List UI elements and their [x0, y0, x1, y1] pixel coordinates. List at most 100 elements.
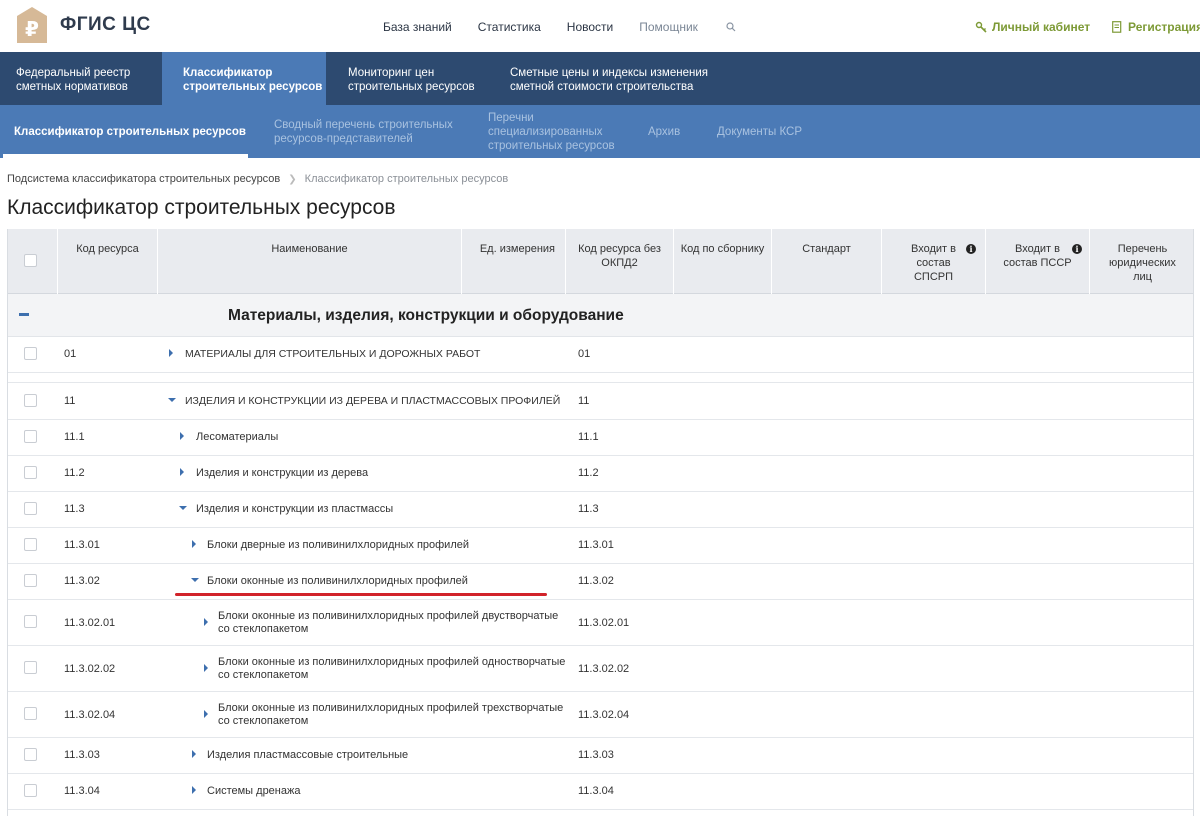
mainnav-estimate-prices[interactable]: Сметные цены и индексы изменения сметной…: [486, 52, 726, 105]
caret-right-icon[interactable]: [204, 664, 208, 672]
row-checkbox[interactable]: [24, 661, 37, 674]
header-select-cell: [8, 229, 58, 294]
caret-right-icon[interactable]: [192, 750, 196, 758]
header-in-spsrp-label: Входит в состав СПСРП: [911, 243, 956, 283]
header-code[interactable]: Код ресурса: [58, 229, 158, 294]
row-name[interactable]: МАТЕРИАЛЫ ДЛЯ СТРОИТЕЛЬНЫХ И ДОРОЖНЫХ РА…: [185, 348, 480, 361]
row-code-no-okpd: 11: [578, 395, 590, 407]
row-code-no-okpd: 11.3.04: [578, 785, 614, 797]
row-checkbox[interactable]: [24, 615, 37, 628]
table-row[interactable]: 11 ИЗДЕЛИЯ И КОНСТРУКЦИИ ИЗ ДЕРЕВА И ПЛА…: [8, 384, 1193, 420]
subnav-tab-archive[interactable]: Архив: [648, 125, 680, 139]
row-name[interactable]: Блоки оконные из поливинилхлоридных проф…: [218, 610, 558, 636]
row-checkbox[interactable]: [24, 502, 37, 515]
row-checkbox[interactable]: [24, 784, 37, 797]
svg-text:₽: ₽: [25, 17, 39, 41]
subnav-label-line3: строительных ресурсов: [488, 140, 615, 152]
caret-down-icon[interactable]: [179, 506, 187, 510]
header-unit[interactable]: Ед. измерения: [462, 229, 566, 294]
table-row[interactable]: 11.3.04 Системы дренажа 11.3.04: [8, 774, 1193, 810]
row-code-no-okpd: 11.2: [578, 467, 599, 479]
subnav-tab-summary-list[interactable]: Сводный перечень строительных ресурсов-п…: [274, 118, 453, 146]
row-checkbox[interactable]: [24, 748, 37, 761]
header-in-pssr[interactable]: Входит в состав ПССР i: [986, 229, 1090, 294]
table-row[interactable]: 11.3.01 Блоки дверные из поливинилхлорид…: [8, 528, 1193, 564]
row-checkbox[interactable]: [24, 347, 37, 360]
key-icon: [975, 21, 987, 33]
select-all-checkbox[interactable]: [24, 254, 37, 267]
header-standard[interactable]: Стандарт: [772, 229, 882, 294]
table-row[interactable]: 11.1 Лесоматериалы 11.1: [8, 420, 1193, 456]
info-icon[interactable]: i: [966, 244, 976, 254]
row-checkbox[interactable]: [24, 538, 37, 551]
header-code-collection[interactable]: Код по сборнику: [674, 229, 772, 294]
caret-down-icon[interactable]: [191, 578, 199, 582]
breadcrumb-item-subsystem[interactable]: Подсистема классификатора строительных р…: [7, 173, 280, 185]
row-code-no-okpd: 11.3.03: [578, 749, 614, 761]
topnav-knowledge-base[interactable]: База знаний: [383, 20, 452, 34]
caret-right-icon[interactable]: [180, 432, 184, 440]
row-checkbox[interactable]: [24, 707, 37, 720]
row-name[interactable]: Блоки оконные из поливинилхлоридных проф…: [218, 702, 563, 728]
mainnav-label-line2: строительных ресурсов: [348, 81, 475, 93]
row-checkbox[interactable]: [24, 430, 37, 443]
topnav-assistant[interactable]: Помощник: [639, 20, 698, 34]
account-link[interactable]: Личный кабинет: [975, 20, 1090, 34]
row-name[interactable]: ИЗДЕЛИЯ И КОНСТРУКЦИИ ИЗ ДЕРЕВА И ПЛАСТМ…: [185, 395, 560, 408]
caret-right-icon[interactable]: [204, 710, 208, 718]
collapse-group-icon[interactable]: [19, 313, 29, 316]
row-code: 11.1: [64, 431, 85, 443]
active-tab-indicator: [3, 154, 248, 158]
logo-icon[interactable]: ₽: [16, 6, 48, 44]
header-name[interactable]: Наименование: [158, 229, 462, 294]
row-name[interactable]: Блоки оконные из поливинилхлоридных проф…: [207, 575, 468, 588]
chevron-right-icon: ❯: [288, 173, 297, 185]
row-name[interactable]: Блоки оконные из поливинилхлоридных проф…: [218, 656, 565, 682]
caret-right-icon[interactable]: [180, 468, 184, 476]
table-row[interactable]: 11.3.02.02 Блоки оконные из поливинилхло…: [8, 646, 1193, 692]
header-legal-entities[interactable]: Перечень юридических лиц: [1090, 229, 1193, 294]
table-row[interactable]: 11.2 Изделия и конструкции из дерева 11.…: [8, 456, 1193, 492]
table-header: Код ресурса Наименование Ед. измерения К…: [8, 229, 1193, 294]
row-name[interactable]: Изделия и конструкции из пластмассы: [196, 503, 393, 516]
row-checkbox[interactable]: [24, 466, 37, 479]
caret-right-icon[interactable]: [169, 349, 173, 357]
register-link[interactable]: Регистрация: [1112, 20, 1200, 34]
header-in-spsrp[interactable]: Входит в состав СПСРП i: [882, 229, 986, 294]
header-code-no-okpd[interactable]: Код ресурса без ОКПД2: [566, 229, 674, 294]
table-row[interactable]: 11.3.03 Изделия пластмассовые строительн…: [8, 738, 1193, 774]
row-checkbox[interactable]: [24, 574, 37, 587]
caret-right-icon[interactable]: [192, 540, 196, 548]
topnav-statistics[interactable]: Статистика: [478, 20, 541, 34]
mainnav-price-monitoring[interactable]: Мониторинг цен строительных ресурсов: [326, 52, 486, 105]
info-icon[interactable]: i: [1072, 244, 1082, 254]
topnav-news[interactable]: Новости: [567, 20, 613, 34]
table-row[interactable]: 11.3.02.04 Блоки оконные из поливинилхло…: [8, 692, 1193, 738]
mainnav-classifier[interactable]: Классификатор строительных ресурсов: [162, 52, 326, 105]
row-code: 11.3.02.02: [64, 663, 116, 675]
caret-right-icon[interactable]: [204, 618, 208, 626]
table-row[interactable]: 11.3 Изделия и конструкции из пластмассы…: [8, 492, 1193, 528]
row-name[interactable]: Блоки дверные из поливинилхлоридных проф…: [207, 539, 469, 552]
mainnav-federal-registry[interactable]: Федеральный реестр сметных нормативов: [0, 52, 162, 105]
row-name[interactable]: Системы дренажа: [207, 785, 300, 798]
row-name[interactable]: Лесоматериалы: [196, 431, 278, 444]
row-code: 11.3.01: [64, 539, 100, 551]
table-row[interactable]: 11.3.02.01 Блоки оконные из поливинилхло…: [8, 600, 1193, 646]
caret-down-icon[interactable]: [168, 398, 176, 402]
subnav-tab-classifier[interactable]: Классификатор строительных ресурсов: [14, 125, 246, 139]
subnav-tab-ksr-documents[interactable]: Документы КСР: [717, 125, 802, 139]
caret-right-icon[interactable]: [192, 786, 196, 794]
row-name[interactable]: Изделия и конструкции из дерева: [196, 467, 368, 480]
page-title: Классификатор строительных ресурсов: [7, 196, 396, 219]
subnav-label-line1: Сводный перечень строительных: [274, 119, 453, 131]
mainnav-label-line2: строительных ресурсов: [183, 81, 323, 93]
table-row[interactable]: 01 МАТЕРИАЛЫ ДЛЯ СТРОИТЕЛЬНЫХ И ДОРОЖНЫХ…: [8, 337, 1193, 373]
search-icon[interactable]: [726, 21, 738, 33]
logo-text[interactable]: ФГИС ЦС: [60, 14, 151, 36]
subnav-tab-special-lists[interactable]: Перечни специализированных строительных …: [488, 111, 615, 153]
row-checkbox[interactable]: [24, 394, 37, 407]
row-name[interactable]: Изделия пластмассовые строительные: [207, 749, 408, 762]
classifier-table: Код ресурса Наименование Ед. измерения К…: [7, 229, 1194, 816]
row-code-no-okpd: 11.3.01: [578, 539, 614, 551]
